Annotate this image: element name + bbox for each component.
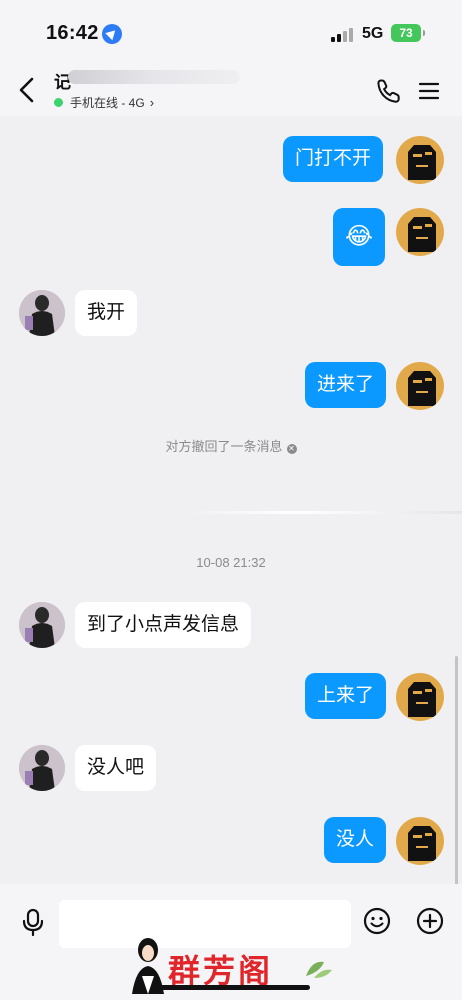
- divider: [184, 511, 462, 514]
- message-input[interactable]: [59, 900, 351, 948]
- message-bubble-incoming[interactable]: 到了小点声发信息: [75, 602, 252, 648]
- timestamp: 10-08 21:32: [196, 555, 266, 570]
- my-avatar[interactable]: [396, 362, 444, 410]
- my-avatar[interactable]: [396, 673, 444, 721]
- my-avatar[interactable]: [396, 208, 444, 256]
- contact-photo: [19, 602, 65, 648]
- message-bubble-incoming[interactable]: 没人吧: [75, 745, 157, 791]
- contact-avatar[interactable]: [19, 745, 65, 791]
- back-arrow-icon[interactable]: [16, 76, 40, 104]
- status-bar: 16:42 5G 73: [0, 0, 462, 64]
- recall-notice-text: 对方撤回了一条消息: [165, 439, 283, 454]
- pixel-face-icon: [408, 145, 436, 180]
- chat-header: 记 手机在线 - 4G ›: [0, 64, 462, 116]
- recall-notice: 对方撤回了一条消息 ✕: [0, 436, 462, 455]
- chevron-right-icon: ›: [149, 95, 155, 110]
- message-bubble-outgoing[interactable]: 😂: [333, 208, 386, 266]
- microphone-icon[interactable]: [20, 908, 46, 936]
- my-avatar[interactable]: [396, 817, 444, 865]
- contact-photo: [19, 290, 65, 336]
- battery-icon: 73: [391, 24, 421, 42]
- input-bar: 群芳阁: [0, 884, 462, 1000]
- watermark-leaf-icon: [306, 961, 332, 978]
- contact-photo: [19, 745, 65, 791]
- chat-area[interactable]: 门打不开 😂 我开 进来了 对方撤回了一条消息 ✕ 10-08 21:32 到了小…: [0, 116, 462, 886]
- menu-icon[interactable]: [418, 80, 440, 102]
- message-bubble-outgoing[interactable]: 门打不开: [283, 136, 384, 182]
- location-arrow-icon: [102, 24, 122, 44]
- message-bubble-outgoing[interactable]: 进来了: [305, 362, 387, 408]
- emoji-icon[interactable]: [363, 907, 391, 935]
- online-status[interactable]: 手机在线 - 4G ›: [54, 94, 154, 111]
- pixel-face-icon: [408, 217, 436, 252]
- contact-avatar[interactable]: [19, 602, 65, 648]
- contact-avatar[interactable]: [19, 290, 65, 336]
- home-indicator[interactable]: [160, 985, 310, 990]
- pixel-face-icon: [408, 826, 436, 861]
- battery-level: 73: [399, 26, 413, 40]
- online-dot-icon: [54, 98, 63, 107]
- signal-icon: [331, 26, 353, 42]
- pixel-face-icon: [408, 371, 436, 406]
- status-time: 16:42: [46, 22, 99, 44]
- phone-call-icon[interactable]: [376, 78, 402, 104]
- message-bubble-outgoing[interactable]: 没人: [324, 817, 387, 863]
- add-icon[interactable]: [416, 907, 444, 935]
- pixel-face-icon: [408, 682, 436, 717]
- contact-name-blurred: [68, 70, 240, 84]
- close-icon[interactable]: ✕: [286, 444, 297, 454]
- online-status-text: 手机在线 - 4G: [70, 96, 145, 110]
- message-bubble-incoming[interactable]: 我开: [75, 290, 138, 336]
- scrollbar[interactable]: [455, 656, 458, 886]
- message-bubble-outgoing[interactable]: 上来了: [305, 673, 387, 719]
- my-avatar[interactable]: [396, 136, 444, 184]
- battery-tip: [423, 30, 425, 36]
- network-type: 5G: [362, 25, 384, 42]
